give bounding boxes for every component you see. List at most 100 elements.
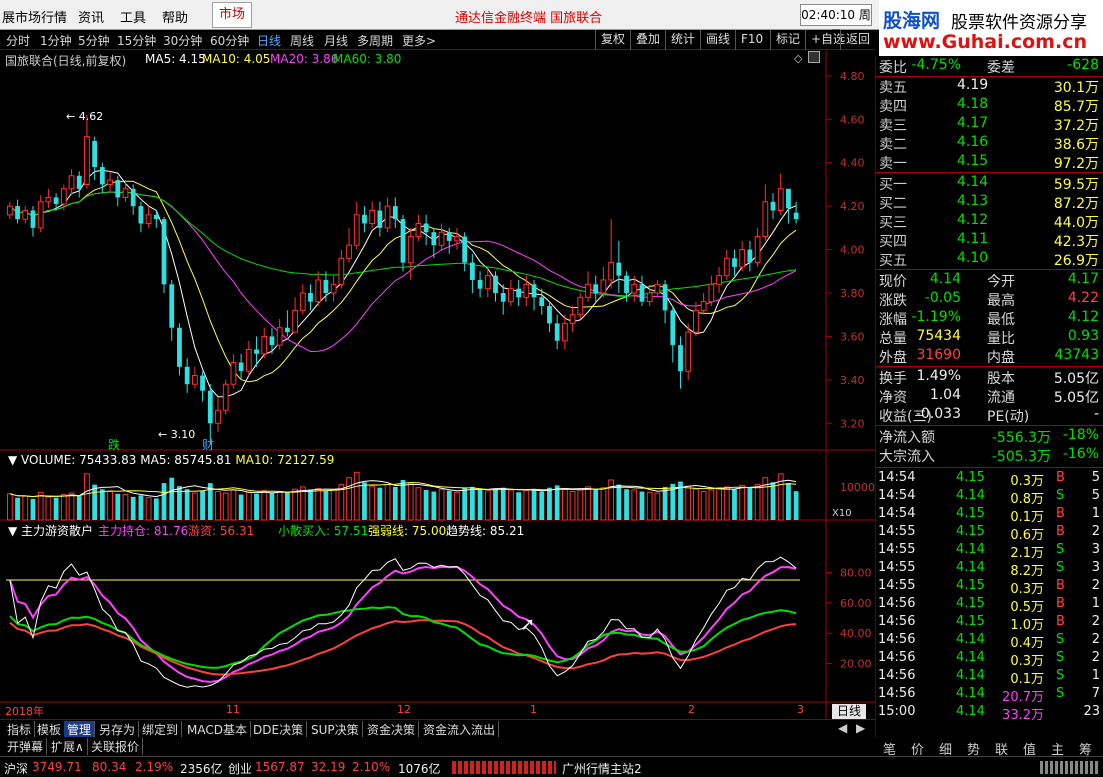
period-tab-5min[interactable]: 5分钟 [78,32,110,49]
tick-side: B [1056,506,1065,521]
stat-label-2: 流通 [987,390,1015,406]
danmaku-toggle[interactable]: 开弹幕 [4,738,48,755]
period-indicator-daily[interactable]: 日线 [832,704,866,720]
menu-help[interactable]: 帮助 [162,7,188,26]
ask-row[interactable]: 卖三 4.17 37.2万 [879,115,1101,134]
volume-bar [539,491,545,520]
related-quotes-button[interactable]: 关联报价 [88,738,144,755]
back-button[interactable]: 返回 [840,30,875,50]
tick-price: 4.14 [956,668,985,683]
draw-line-button[interactable]: 画线 [700,30,735,50]
market-breadth-bar [452,761,556,774]
adjust-button[interactable]: 复权 [595,30,630,50]
mark-button[interactable]: 标记 [770,30,805,50]
tab-template[interactable]: 模板 [34,721,66,738]
period-tab-multi[interactable]: 多周期 [357,32,393,49]
period-tab-daily[interactable]: 日线 [257,32,281,49]
brand-banner[interactable]: 股海网 股票软件资源分享 www.Guhai.com.cn [879,0,1103,56]
candle-body [693,309,699,333]
period-tab-weekly[interactable]: 周线 [290,32,314,49]
event-mark-drop[interactable]: 跌 [108,436,120,453]
bid-row[interactable]: 买三 4.12 44.0万 [879,212,1101,231]
candle-body [631,283,638,294]
candle-body [523,283,530,298]
trade-tick-row: 14:56 4.15 0.5万 B 1 [878,596,1102,615]
connection-status-icon[interactable] [1040,761,1100,774]
candle-body [207,390,213,424]
volume-bar [608,479,615,521]
tab-scroll-right-icon[interactable]: ▶ [856,721,865,735]
brand-url: www.Guhai.com.cn [883,31,1087,53]
period-tab-60min[interactable]: 60分钟 [210,32,249,49]
f10-button[interactable]: F10 [735,30,768,50]
quote-label: 总量 [879,331,907,347]
candle-body [222,383,229,411]
ask-row[interactable]: 卖五 4.19 30.1万 [879,77,1101,96]
period-tab-30min[interactable]: 30分钟 [163,32,202,49]
menu-tools[interactable]: 工具 [120,7,146,26]
sh-index-name[interactable]: 沪深 [4,760,28,777]
kline-chart-area[interactable]: 4.80 4.60 4.40 4.20 4.00 3.80 3.60 3.40 3.20 1000… [0,50,875,719]
volume-bar [107,491,113,521]
candle-body [122,188,129,198]
flow-row[interactable]: 净流入额 -556.3万 -18% [879,427,1101,446]
volume-bar [30,498,36,520]
volume-panel-toggle-icon[interactable]: ▼ [8,453,21,467]
bid-row[interactable]: 买二 4.13 87.2万 [879,193,1101,212]
indicator-strength-line: 强弱线: 75.00 [368,524,447,538]
flow-row[interactable]: 大宗流入 -505.3万 -16% [879,446,1101,465]
tab-dde[interactable]: DDE决策 [250,721,308,738]
panel-minimize-icon[interactable] [808,51,820,63]
tab-manage[interactable]: 管理 [64,721,96,738]
tick-time: 14:55 [878,524,916,539]
period-tab-monthly[interactable]: 月线 [324,32,348,49]
candle-body [330,283,337,294]
indicator-name[interactable]: 主力游资散户 [21,524,93,538]
tab-fund-decision[interactable]: 资金决策 [364,721,420,738]
tab-indicator[interactable]: 指标 [4,721,36,738]
candle-body [415,223,422,238]
candle-body [53,197,59,204]
volume-bar [693,488,699,521]
expand-toggle[interactable]: 扩展∧ [48,738,88,755]
stats-button[interactable]: 统计 [665,30,700,50]
tick-side: S [1056,668,1065,683]
menu-news[interactable]: 资讯 [78,7,104,26]
candle-body [539,297,545,307]
candle-body [138,206,144,224]
cy-index-name[interactable]: 创业 [228,760,252,777]
chart-settings-icon[interactable]: ◇ [794,52,802,65]
market-tab[interactable]: 市场 [212,2,252,28]
tab-fund-flow[interactable]: 资金流入流出 [420,721,500,738]
bid-row[interactable]: 买一 4.14 59.5万 [879,174,1101,193]
bid-label: 买一 [879,177,907,193]
tab-bind-to[interactable]: 绑定到 [139,721,183,738]
tab-sup[interactable]: SUP决策 [308,721,363,738]
event-mark-finance[interactable]: 财 [202,436,214,453]
volume-bar [593,489,599,520]
candle-body [423,223,429,233]
divider [876,172,1103,173]
tab-macd[interactable]: MACD基本 [184,721,251,738]
bid-row[interactable]: 买五 4.10 26.9万 [879,250,1101,269]
menu-market-quotes[interactable]: 展市场行情 [2,7,67,26]
tab-save-as[interactable]: 另存为 [96,721,140,738]
candle-body [284,327,290,333]
period-tab-1min[interactable]: 1分钟 [40,32,72,49]
period-tab-15min[interactable]: 15分钟 [117,32,156,49]
server-name[interactable]: 广州行情主站2 [562,760,642,777]
tick-count: 23 [1083,704,1100,719]
tab-scroll-left-icon[interactable]: ◀ [838,721,847,735]
period-tab-more[interactable]: 更多> [402,32,436,49]
ask-row[interactable]: 卖二 4.16 38.6万 [879,134,1101,153]
indicator-panel-toggle-icon[interactable]: ▼ [8,524,21,538]
period-tab-timeshare[interactable]: 分时 [6,32,30,49]
ask-row[interactable]: 卖一 4.15 97.2万 [879,153,1101,172]
volume-bar [685,485,692,521]
tick-price: 4.14 [956,488,985,503]
candle-body [585,283,591,298]
stat-label-2: 股本 [987,371,1015,387]
bid-row[interactable]: 买四 4.11 42.3万 [879,231,1101,250]
ask-row[interactable]: 卖四 4.18 85.7万 [879,96,1101,115]
overlay-button[interactable]: 叠加 [630,30,665,50]
